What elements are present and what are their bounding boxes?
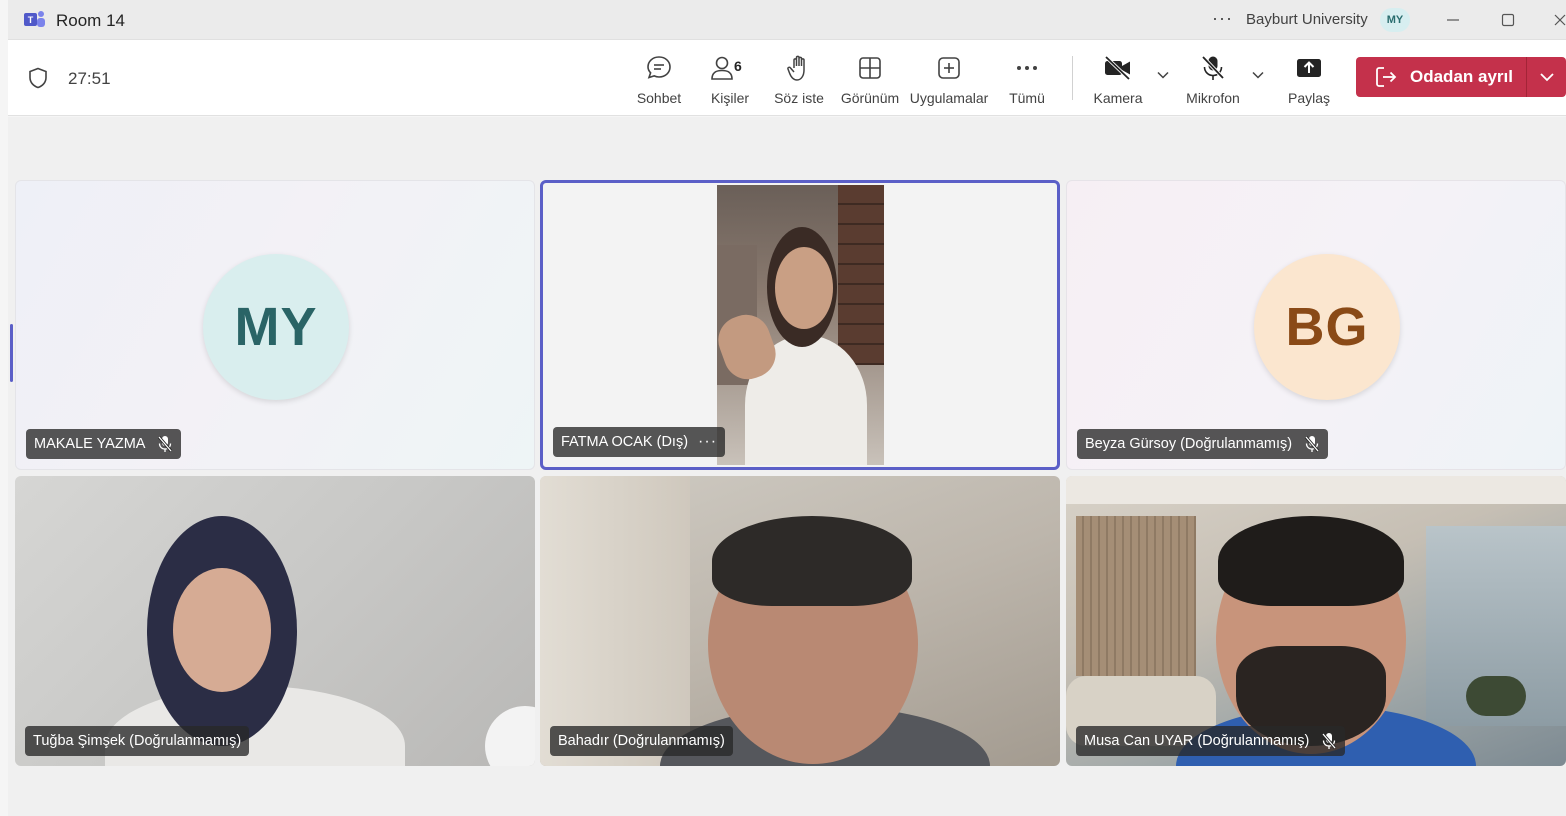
raise-hand-button[interactable]: Söz iste — [774, 52, 824, 106]
organization-name[interactable]: Bayburt University — [1246, 11, 1368, 28]
participant-tile-beyza-gursoy[interactable]: BG Beyza Gürsoy (Doğrulanmamış) — [1066, 180, 1566, 470]
participant-name-tag: MAKALE YAZMA — [26, 429, 182, 459]
apps-button[interactable]: Uygulamalar — [910, 52, 988, 106]
leave-label: Odadan ayrıl — [1410, 67, 1513, 86]
camera-off-icon — [1104, 55, 1131, 81]
stage-left-accent — [10, 324, 13, 382]
raise-hand-icon — [787, 55, 805, 81]
participant-name-tag: FATMA OCAK (Dış) ··· — [553, 427, 726, 457]
muted-mic-icon — [157, 435, 173, 453]
participant-tile-bahadir[interactable]: Bahadır (Doğrulanmamış) — [540, 476, 1060, 766]
chat-label: Sohbet — [636, 90, 682, 106]
share-label: Paylaş — [1287, 90, 1331, 106]
leave-door-icon — [1376, 67, 1397, 87]
avatar: BG — [1254, 254, 1400, 400]
leave-main-button[interactable]: Odadan ayrıl — [1356, 57, 1526, 97]
participant-name-tag: Musa Can UYAR (Doğrulanmamış) — [1076, 726, 1346, 756]
user-avatar[interactable]: MY — [1380, 8, 1410, 32]
participant-name: FATMA OCAK (Dış) — [561, 434, 689, 450]
participant-name: Beyza Gürsoy (Doğrulanmamış) — [1085, 436, 1293, 452]
mic-off-icon — [1201, 55, 1225, 80]
more-icon — [1017, 66, 1037, 70]
meeting-toolbar: 27:51 Sohbet 6 Kişiler Söz iste Görünüm … — [8, 40, 1566, 116]
close-icon — [1554, 14, 1566, 26]
avatar: MY — [203, 254, 349, 400]
participant-name-tag: Tuğba Şimşek (Doğrulanmamış) — [25, 726, 250, 756]
maximize-icon — [1501, 13, 1515, 27]
camera-button[interactable]: Kamera — [1092, 52, 1144, 106]
share-button[interactable]: Paylaş — [1288, 52, 1330, 106]
participant-name: Tuğba Şimşek (Doğrulanmamış) — [33, 733, 242, 749]
close-window-button[interactable] — [1548, 8, 1566, 32]
toolbar-divider — [1072, 56, 1073, 100]
minimize-icon — [1447, 19, 1459, 21]
leave-button[interactable]: Odadan ayrıl — [1356, 57, 1566, 97]
microphone-label: Mikrofon — [1186, 90, 1240, 106]
chat-button[interactable]: Sohbet — [636, 52, 682, 106]
participant-tile-musa-can-uyar[interactable]: Musa Can UYAR (Doğrulanmamış) — [1066, 476, 1566, 766]
view-label: Görünüm — [840, 90, 900, 106]
apps-label: Uygulamalar — [909, 90, 989, 106]
maximize-button[interactable] — [1496, 8, 1520, 32]
participant-video — [540, 476, 1060, 766]
microphone-button[interactable]: Mikrofon — [1184, 52, 1242, 106]
title-bar: T Room 14 ··· Bayburt University MY — [8, 0, 1566, 40]
view-button[interactable]: Görünüm — [840, 52, 900, 106]
more-actions-button[interactable]: Tümü — [1008, 52, 1046, 106]
participant-video — [1066, 476, 1566, 766]
participant-tile-makale-yazma[interactable]: MY MAKALE YAZMA — [15, 180, 535, 470]
participant-more-options-icon[interactable]: ··· — [698, 433, 717, 451]
svg-text:T: T — [28, 15, 34, 25]
participant-video — [717, 185, 884, 465]
camera-options-chevron-down-icon[interactable] — [1156, 70, 1170, 80]
microphone-options-chevron-down-icon[interactable] — [1251, 70, 1265, 80]
participant-name: Bahadır (Doğrulanmamış) — [558, 733, 725, 749]
leave-options-button[interactable] — [1527, 57, 1566, 97]
shield-icon[interactable] — [28, 67, 48, 89]
more-label: Tümü — [1009, 90, 1045, 106]
participant-name-tag: Beyza Gürsoy (Doğrulanmamış) — [1077, 429, 1329, 459]
people-label: Kişiler — [710, 90, 750, 106]
participant-tile-fatma-ocak[interactable]: FATMA OCAK (Dış) ··· — [540, 180, 1060, 470]
title-more-button[interactable]: ··· — [1212, 8, 1233, 29]
teams-logo-icon: T — [24, 11, 45, 27]
muted-mic-icon — [1304, 435, 1320, 453]
participant-tile-tugba-simsek[interactable]: Tuğba Şimşek (Doğrulanmamış) — [15, 476, 535, 766]
window-title: Room 14 — [56, 11, 125, 30]
chevron-down-icon — [1539, 73, 1554, 82]
people-count: 6 — [734, 58, 742, 74]
add-apps-icon — [938, 57, 960, 79]
camera-label: Kamera — [1093, 90, 1143, 106]
raise-hand-label: Söz iste — [774, 90, 824, 106]
chat-icon — [647, 56, 671, 79]
grid-view-icon — [859, 57, 881, 79]
participant-name: Musa Can UYAR (Doğrulanmamış) — [1084, 733, 1310, 749]
people-icon — [711, 56, 733, 80]
participant-video — [15, 476, 535, 766]
muted-mic-icon — [1321, 732, 1337, 750]
meeting-timer: 27:51 — [68, 69, 111, 88]
people-button[interactable]: 6 Kişiler — [708, 52, 752, 106]
share-screen-icon — [1297, 59, 1321, 77]
minimize-button[interactable] — [1441, 8, 1465, 32]
participant-name: MAKALE YAZMA — [34, 436, 146, 452]
participant-name-tag: Bahadır (Doğrulanmamış) — [550, 726, 733, 756]
meeting-stage: MY MAKALE YAZMA FATMA OCAK (Dış) ··· BG … — [8, 117, 1566, 816]
